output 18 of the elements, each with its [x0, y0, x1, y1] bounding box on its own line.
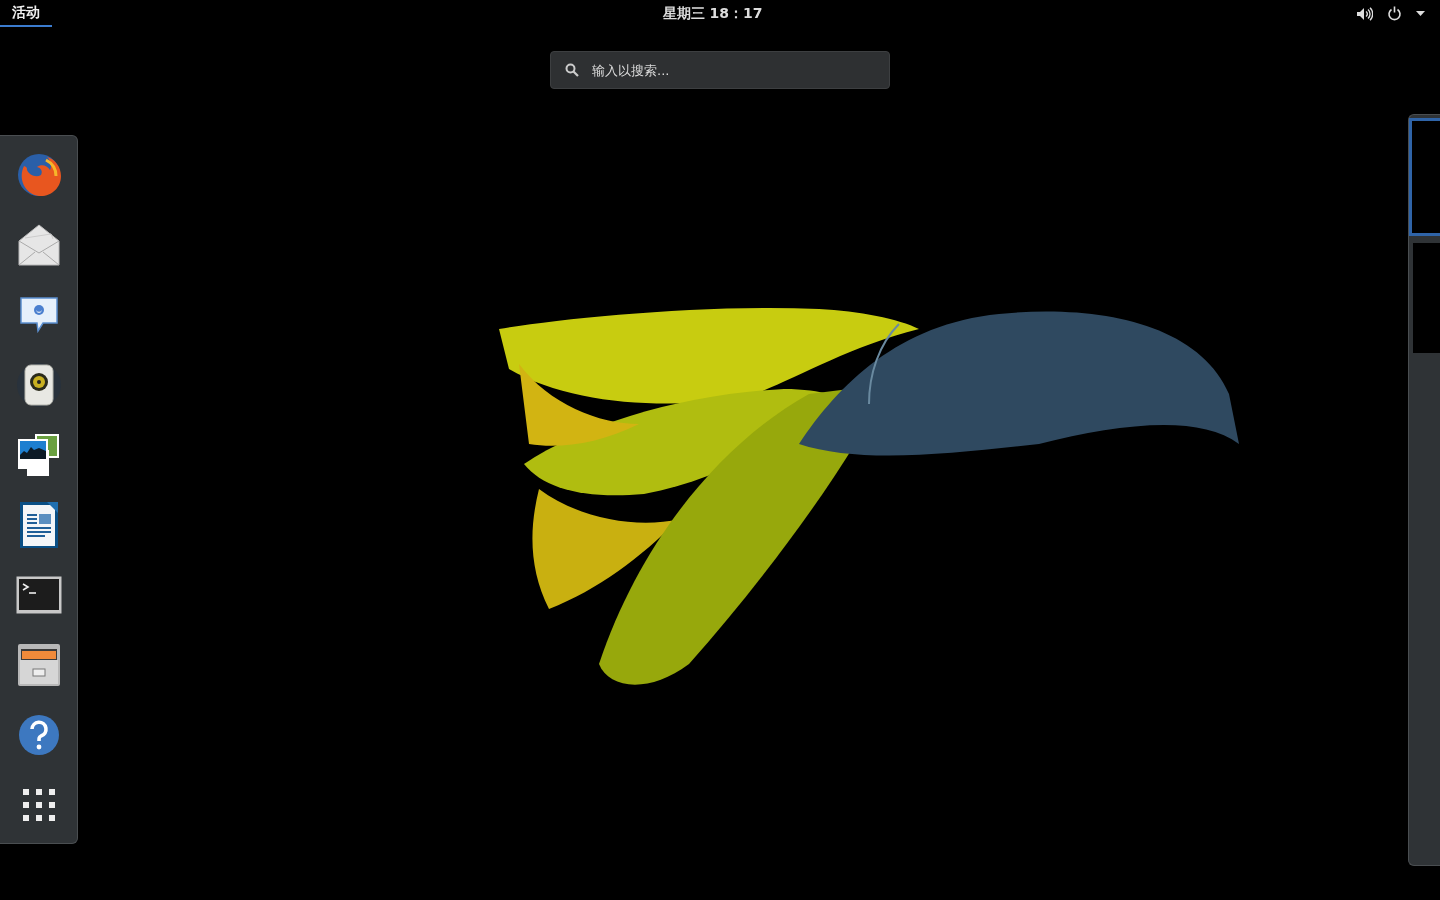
- activities-button[interactable]: 活动: [0, 0, 52, 27]
- document-icon[interactable]: [18, 501, 59, 549]
- caret-icon[interactable]: [1416, 11, 1425, 16]
- power-icon[interactable]: [1387, 6, 1402, 21]
- photo-stack-icon[interactable]: [16, 433, 61, 477]
- help-icon[interactable]: [17, 714, 60, 756]
- terminal-icon[interactable]: [15, 576, 62, 614]
- search-field[interactable]: 输入以搜索...: [550, 51, 890, 89]
- file-cabinet-icon[interactable]: [16, 643, 61, 687]
- speech-bubble-icon[interactable]: [18, 297, 59, 333]
- envelope-icon[interactable]: [17, 224, 60, 266]
- search-icon: [565, 63, 579, 77]
- app-grid-icon[interactable]: [22, 789, 55, 821]
- workspace-thumbnail[interactable]: [1413, 243, 1440, 353]
- volume-icon[interactable]: [1356, 6, 1373, 21]
- speaker-icon[interactable]: [14, 363, 63, 407]
- workspace-thumbnail[interactable]: [1409, 118, 1440, 236]
- clock[interactable]: 星期三 18：17: [658, 0, 767, 27]
